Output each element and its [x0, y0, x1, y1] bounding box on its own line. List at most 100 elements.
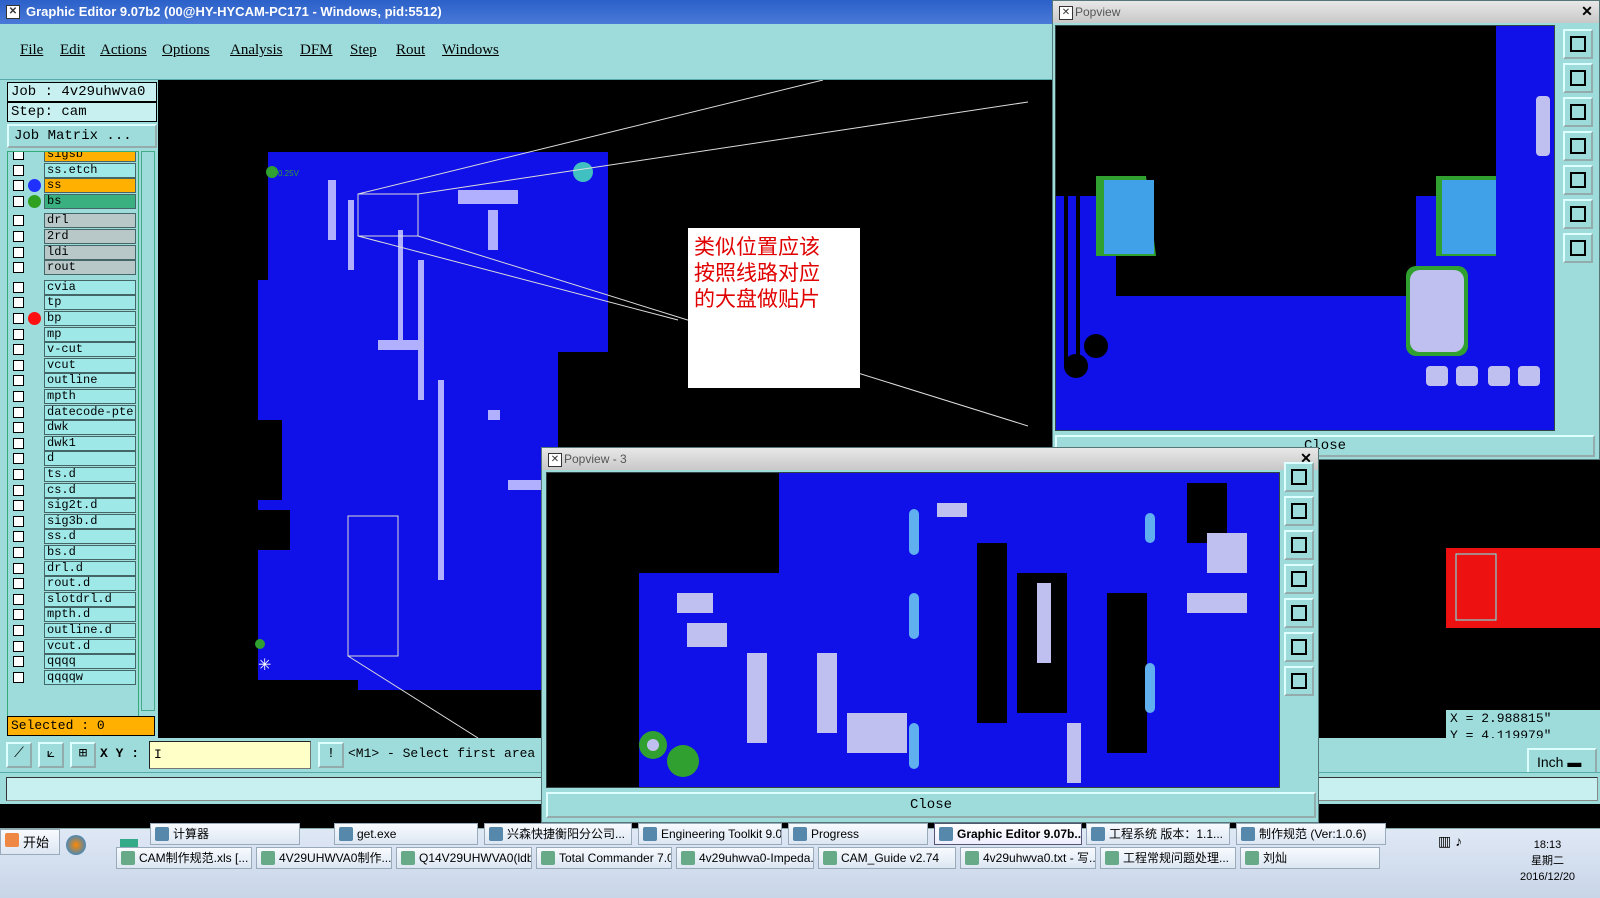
layer-name[interactable]: vcut.d: [44, 638, 136, 654]
taskbar-item[interactable]: get.exe: [334, 823, 478, 845]
taskbar-item[interactable]: CAM_Guide v2.74: [818, 847, 956, 869]
layer-name[interactable]: mpth.d: [44, 607, 136, 623]
snap-icon[interactable]: ⟋: [6, 742, 32, 768]
taskbar-item[interactable]: Graphic Editor 9.07b...: [934, 823, 1082, 845]
menu-rout[interactable]: Rout: [396, 42, 425, 59]
taskbar-item[interactable]: 工程系统 版本：1.1...: [1086, 823, 1230, 845]
taskbar-item[interactable]: 4v29uhwva0-Impeda...: [676, 847, 814, 869]
popview-3-titlebar[interactable]: ✕ Popview - 3: [542, 448, 1318, 470]
layer-name[interactable]: qqqqw: [44, 669, 136, 685]
layer-name[interactable]: datecode-pte: [44, 404, 136, 420]
layer-checkbox[interactable]: [13, 625, 24, 636]
volume-icon[interactable]: ♪: [1455, 833, 1462, 849]
pan-down-button[interactable]: [1563, 97, 1593, 127]
layer-name[interactable]: sig2t.d: [44, 498, 136, 514]
zoom-home-button[interactable]: [1563, 29, 1593, 59]
layer-checkbox[interactable]: [13, 422, 24, 434]
network-icon[interactable]: ▥: [1438, 833, 1451, 849]
layer-checkbox[interactable]: [13, 281, 24, 293]
layer-row[interactable]: mpth: [8, 389, 138, 404]
layer-checkbox[interactable]: [13, 195, 24, 207]
layer-row[interactable]: bp: [8, 311, 138, 326]
layer-row[interactable]: tp: [8, 295, 138, 311]
layer-row[interactable]: drl.d: [8, 560, 138, 576]
layer-checkbox[interactable]: [13, 359, 24, 371]
main-window-titlebar[interactable]: ✕ Graphic Editor 9.07b2 (00@HY-HYCAM-PC1…: [0, 0, 1052, 24]
layer-checkbox[interactable]: [13, 656, 24, 668]
pop3-zoom-home-button[interactable]: [1284, 462, 1314, 492]
layer-row[interactable]: sigsb: [8, 152, 138, 162]
layer-checkbox[interactable]: [13, 593, 24, 605]
layer-checkbox[interactable]: [13, 640, 24, 652]
layer-name[interactable]: bs: [44, 193, 136, 209]
layer-checkbox[interactable]: [13, 515, 24, 527]
taskbar-item[interactable]: CAM制作规范.xls [...: [116, 847, 252, 869]
layer-row[interactable]: sig3b.d: [8, 513, 138, 529]
layer-name[interactable]: rout.d: [44, 576, 136, 592]
layer-row[interactable]: qqqqw: [8, 669, 138, 685]
menu-actions[interactable]: Actions: [100, 42, 147, 59]
quicklaunch-icon[interactable]: [66, 835, 86, 855]
layer-list-scrollbar[interactable]: [141, 151, 155, 711]
layer-checkbox[interactable]: [13, 500, 24, 512]
layer-name[interactable]: qqqq: [44, 654, 136, 670]
layer-checkbox[interactable]: [13, 328, 24, 340]
layer-row[interactable]: datecode-pte: [8, 404, 138, 420]
clock[interactable]: 18:13 星期二 2016/12/20: [1520, 837, 1575, 885]
menu-analysis[interactable]: Analysis: [230, 42, 283, 59]
layer-name[interactable]: drl.d: [44, 560, 136, 576]
layer-checkbox[interactable]: [13, 453, 24, 465]
layer-row[interactable]: outline.d: [8, 623, 138, 638]
layer-name[interactable]: sig3b.d: [44, 513, 136, 529]
layer-name[interactable]: ss.d: [44, 529, 136, 545]
layer-checkbox[interactable]: [13, 297, 24, 309]
layer-name[interactable]: tp: [44, 295, 136, 311]
layer-checkbox[interactable]: [13, 152, 24, 160]
layer-checkbox[interactable]: [13, 484, 24, 496]
alert-icon[interactable]: !: [318, 742, 344, 768]
layer-name[interactable]: rout: [44, 260, 136, 276]
layer-name[interactable]: 2rd: [44, 229, 136, 244]
layer-name[interactable]: mpth: [44, 389, 136, 404]
layer-checkbox[interactable]: [13, 469, 24, 480]
layer-row[interactable]: mpth.d: [8, 607, 138, 623]
layer-checkbox[interactable]: [13, 344, 24, 356]
pop3-zoom-fit-button[interactable]: [1284, 666, 1314, 696]
layer-name[interactable]: ldi: [44, 244, 136, 260]
menu-step[interactable]: Step: [350, 42, 377, 59]
layer-name[interactable]: ts.d: [44, 467, 136, 482]
layer-checkbox[interactable]: [13, 406, 24, 418]
popview-3-canvas[interactable]: [546, 472, 1280, 788]
layer-row[interactable]: rout: [8, 260, 138, 276]
measure-icon[interactable]: ⟀: [38, 742, 64, 768]
tray-icons[interactable]: ▥ ♪: [1438, 833, 1508, 893]
taskbar-item[interactable]: 制作规范 (Ver:1.0.6): [1236, 823, 1386, 845]
layer-checkbox[interactable]: [13, 375, 24, 387]
menu-edit[interactable]: Edit: [60, 42, 85, 59]
layer-row[interactable]: vcut.d: [8, 638, 138, 654]
layer-checkbox[interactable]: [13, 180, 24, 192]
pop3-pan-up-button[interactable]: [1284, 496, 1314, 526]
taskbar-item[interactable]: Q14V29UHWVA0(ldb)...: [396, 847, 532, 869]
menu-dfm[interactable]: DFM: [300, 42, 333, 59]
layer-row[interactable]: mp: [8, 326, 138, 342]
pop3-pan-right-button[interactable]: [1284, 598, 1314, 628]
layer-row[interactable]: cs.d: [8, 482, 138, 498]
pop3-pan-down-button[interactable]: [1284, 530, 1314, 560]
taskbar-item[interactable]: Progress: [788, 823, 928, 845]
layer-name[interactable]: outline.d: [44, 623, 136, 638]
layer-checkbox[interactable]: [13, 671, 24, 683]
taskbar-item[interactable]: 兴森快捷衡阳分公司...: [484, 823, 632, 845]
layer-row[interactable]: drl: [8, 213, 138, 229]
popview-3-close-button[interactable]: Close: [546, 792, 1316, 818]
layer-name[interactable]: slotdrl.d: [44, 591, 136, 607]
layer-checkbox[interactable]: [13, 578, 24, 590]
layer-name[interactable]: outline: [44, 373, 136, 389]
pan-up-button[interactable]: [1563, 63, 1593, 93]
layer-row[interactable]: d: [8, 451, 138, 467]
grid-icon[interactable]: ⊞: [70, 742, 96, 768]
job-matrix-button[interactable]: Job Matrix ...: [7, 124, 157, 148]
layer-name[interactable]: dwk: [44, 420, 136, 436]
layer-checkbox[interactable]: [13, 313, 24, 324]
layer-row[interactable]: cvia: [8, 279, 138, 295]
